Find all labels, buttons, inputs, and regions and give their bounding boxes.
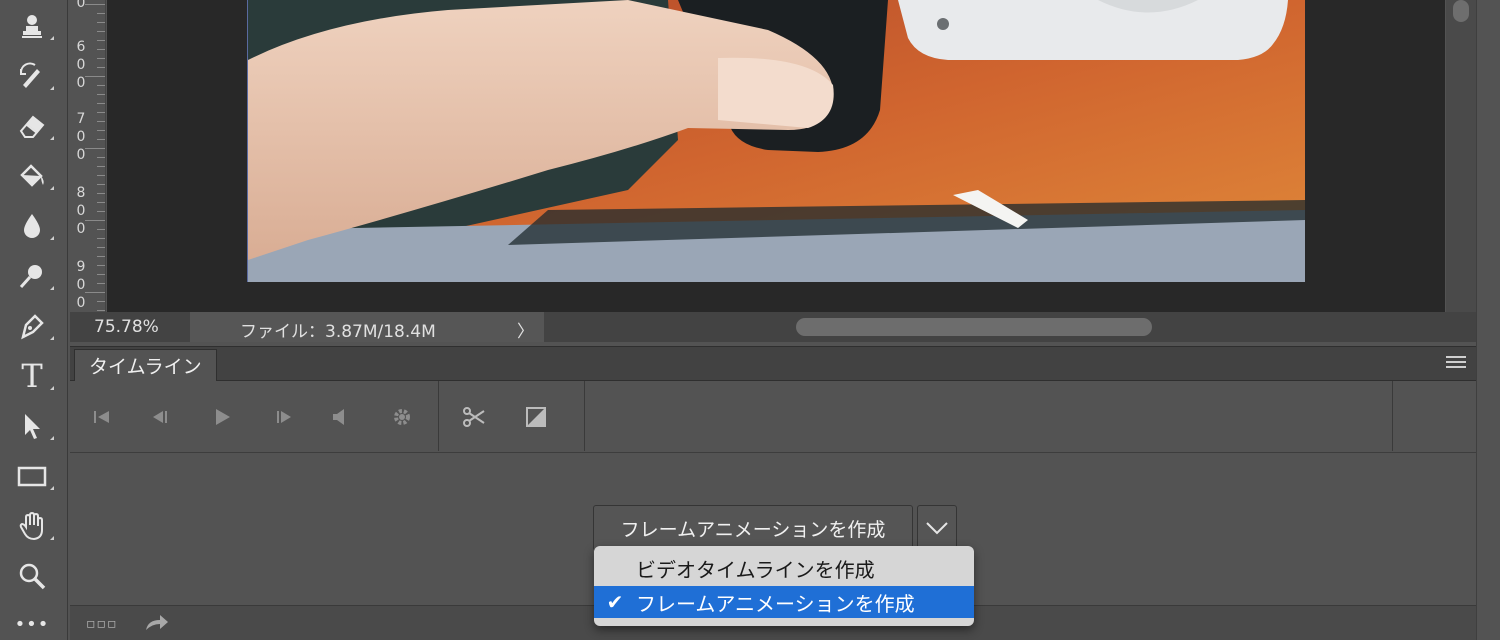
- path-selection-icon[interactable]: [12, 406, 54, 446]
- ruler-tick: [85, 292, 105, 293]
- ruler-tick: [97, 157, 105, 158]
- ruler-label: 0: [76, 0, 86, 11]
- ruler-tick: [97, 139, 105, 140]
- ruler-tick: [97, 58, 105, 59]
- panel-menu-icon[interactable]: [1446, 356, 1466, 372]
- next-frame-icon[interactable]: [268, 401, 300, 433]
- paint-bucket-icon[interactable]: [12, 156, 54, 196]
- ruler-tick: [97, 85, 105, 86]
- ruler-tick: [85, 76, 105, 77]
- ruler-tick: [97, 13, 105, 14]
- hand-icon[interactable]: [12, 506, 54, 546]
- ruler-tick: [85, 220, 105, 221]
- rectangle-icon[interactable]: [12, 456, 54, 496]
- ruler-label: 700: [76, 111, 86, 163]
- controls-separator: [1392, 381, 1393, 451]
- status-menu-arrow[interactable]: 〉: [517, 317, 534, 342]
- skip-to-start-icon[interactable]: [86, 401, 118, 433]
- ruler-tick: [97, 184, 105, 185]
- file-size-info: ファイル：3.87M/18.4M: [240, 322, 436, 342]
- checkmark-icon: ✔: [606, 590, 624, 614]
- menu-item-label: フレームアニメーションを作成: [636, 591, 915, 616]
- ruler-tick: [97, 229, 105, 230]
- ruler-tick: [97, 301, 105, 302]
- file-info-box[interactable]: ファイル：3.87M/18.4M 〉: [190, 312, 544, 342]
- ruler-tick: [97, 49, 105, 50]
- horizontal-scroll-thumb[interactable]: [796, 318, 1152, 336]
- ruler-tick: [97, 274, 105, 275]
- ruler-tick: [97, 166, 105, 167]
- controls-separator: [584, 381, 585, 451]
- document-image: [247, 0, 1305, 282]
- ruler-tick: [97, 211, 105, 212]
- convert-frames-icon[interactable]: ▫▫▫: [86, 616, 117, 632]
- ruler-tick: [97, 112, 105, 113]
- ruler-tick: [85, 4, 105, 5]
- vertical-scroll-thumb[interactable]: [1453, 0, 1469, 22]
- blur-drop-icon[interactable]: [12, 206, 54, 246]
- ruler-tick: [97, 22, 105, 23]
- menu-item-frame-animation[interactable]: ✔ フレームアニメーションを作成: [594, 586, 974, 618]
- ruler-tick: [97, 31, 105, 32]
- ruler-label: 800: [76, 185, 86, 237]
- settings-gear-icon[interactable]: [386, 401, 418, 433]
- ruler-tick: [97, 103, 105, 104]
- menu-item-label: ビデオタイムラインを作成: [636, 557, 875, 582]
- menu-item-video-timeline[interactable]: ビデオタイムラインを作成: [594, 552, 974, 584]
- history-brush-icon[interactable]: [12, 56, 54, 96]
- vertical-ruler: 0 600 700 800 900: [70, 0, 106, 312]
- eraser-icon[interactable]: [12, 106, 54, 146]
- right-panel-strip: [1476, 0, 1500, 640]
- controls-separator: [438, 381, 439, 451]
- timeline-controls: [70, 381, 1476, 453]
- tools-panel: T •••: [0, 0, 68, 640]
- ruler-tick: [85, 148, 105, 149]
- ruler-tick: [97, 193, 105, 194]
- ruler-tick: [97, 121, 105, 122]
- type-icon[interactable]: T: [12, 356, 54, 396]
- ruler-tick: [97, 310, 105, 311]
- forward-arrow-icon[interactable]: [142, 610, 170, 634]
- ruler-label: 600: [76, 39, 86, 91]
- vertical-scrollbar[interactable]: [1446, 0, 1476, 312]
- ruler-tick: [97, 256, 105, 257]
- zoom-icon[interactable]: [12, 556, 52, 596]
- more-glyph: •••: [14, 613, 50, 635]
- create-mode-dropdown[interactable]: [917, 505, 957, 551]
- ruler-tick: [97, 202, 105, 203]
- chevron-down-icon: [926, 522, 948, 535]
- create-mode-menu: ビデオタイムラインを作成 ✔ フレームアニメーションを作成: [594, 546, 974, 626]
- create-frame-animation-button[interactable]: フレームアニメーションを作成: [593, 505, 913, 551]
- previous-frame-icon[interactable]: [144, 401, 176, 433]
- ruler-tick: [97, 130, 105, 131]
- document-canvas[interactable]: [107, 0, 1445, 312]
- pen-icon[interactable]: [12, 306, 54, 346]
- panel-tab-bar: タイムライン: [70, 347, 1476, 381]
- more-tools-icon[interactable]: •••: [12, 604, 52, 640]
- ruler-tick: [97, 40, 105, 41]
- ruler-tick: [97, 67, 105, 68]
- status-bar: 75.78% ファイル：3.87M/18.4M 〉: [70, 312, 1476, 342]
- type-glyph: T: [21, 357, 43, 395]
- photoshop-window: T ••• 0 600 700 800 900 75.78% ファイル：3.87M/18…: [0, 0, 1500, 640]
- ruler-tick: [97, 283, 105, 284]
- transition-icon[interactable]: [520, 401, 552, 433]
- audio-icon[interactable]: [324, 401, 356, 433]
- ruler-tick: [97, 175, 105, 176]
- ruler-label: 900: [76, 259, 86, 311]
- dodge-icon[interactable]: [12, 256, 54, 296]
- play-icon[interactable]: [206, 401, 238, 433]
- zoom-level[interactable]: 75.78%: [94, 317, 159, 337]
- ruler-tick: [97, 265, 105, 266]
- clone-stamp-icon[interactable]: [12, 6, 54, 46]
- ruler-tick: [97, 238, 105, 239]
- ruler-tick: [97, 247, 105, 248]
- ruler-tick: [97, 94, 105, 95]
- tab-timeline[interactable]: タイムライン: [74, 349, 217, 381]
- scissors-icon[interactable]: [458, 401, 490, 433]
